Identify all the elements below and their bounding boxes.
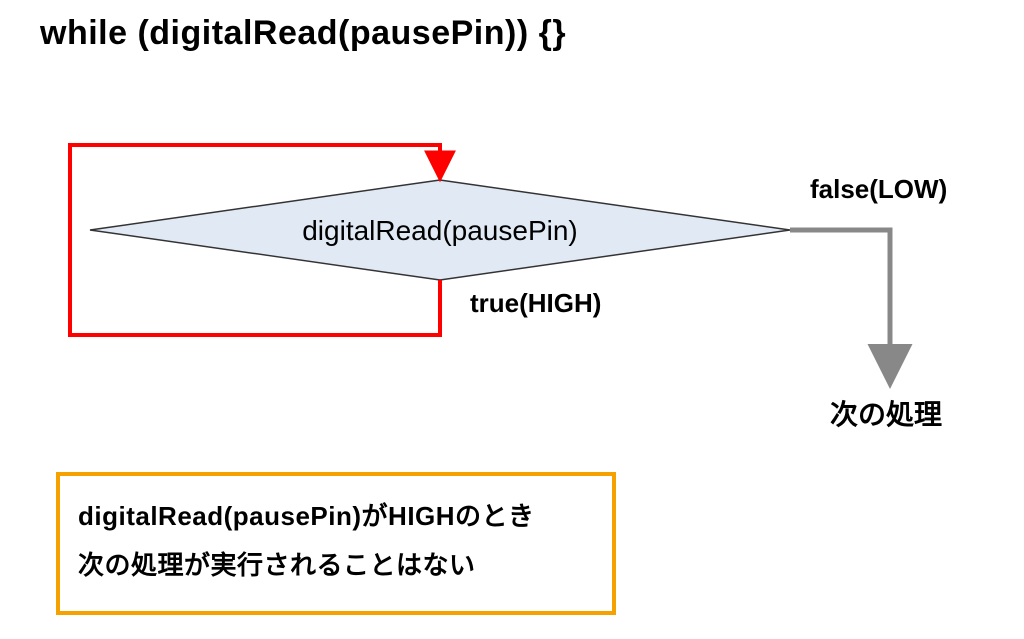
annotation-line-2: 次の処理が実行されることはない bbox=[78, 541, 594, 590]
annotation-box: digitalRead(pausePin)がHIGHのとき 次の処理が実行される… bbox=[56, 472, 616, 615]
true-label: true(HIGH) bbox=[470, 288, 601, 318]
false-arrow bbox=[790, 230, 890, 380]
annotation-line-1: digitalRead(pausePin)がHIGHのとき bbox=[78, 492, 594, 541]
false-label: false(LOW) bbox=[810, 174, 947, 204]
diagram-canvas: while (digitalRead(pausePin)) {} digital… bbox=[0, 0, 1024, 639]
decision-diamond: digitalRead(pausePin) bbox=[90, 180, 790, 280]
next-step-label: 次の処理 bbox=[830, 399, 942, 430]
diamond-text: digitalRead(pausePin) bbox=[302, 215, 578, 246]
